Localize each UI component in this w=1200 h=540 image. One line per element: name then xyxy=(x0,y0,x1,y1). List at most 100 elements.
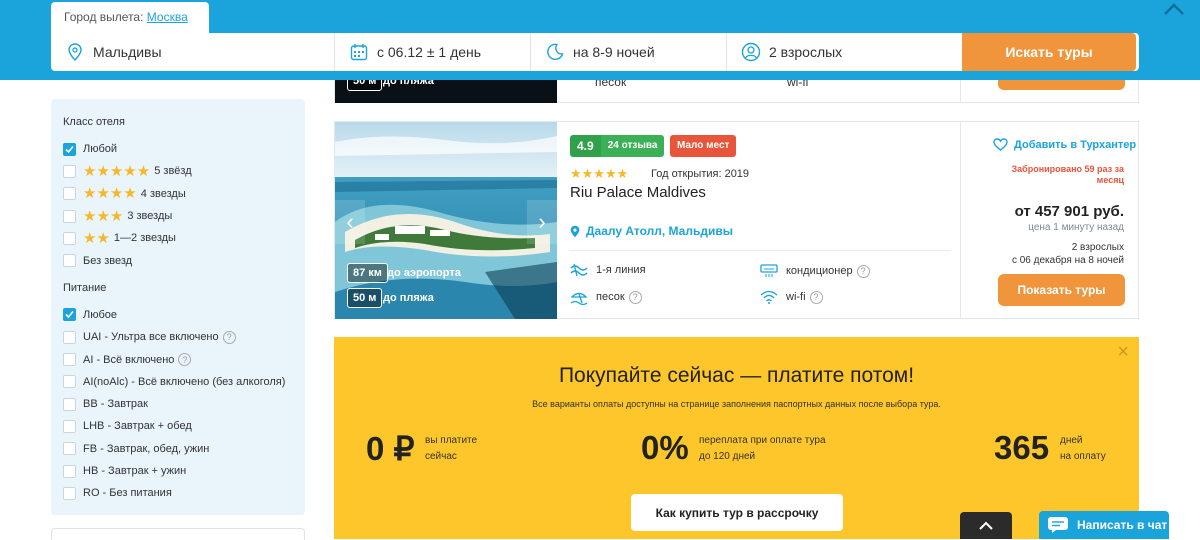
chat-button-label: Написать в чат xyxy=(1077,518,1168,532)
hotel-stars: ★★★★★ xyxy=(570,166,629,181)
checkbox[interactable] xyxy=(63,464,76,478)
rating-badge[interactable]: 4.9 24 отзыва xyxy=(570,135,665,157)
meal-list: Любое UAI - Ультра все включено? AI - Всё … xyxy=(63,304,293,505)
hotel-photo[interactable]: ‹ › 87 км до аэропорта 50 м до пляжа xyxy=(335,122,557,319)
nights-field[interactable]: на 8-9 ночей xyxy=(531,33,727,71)
meal-label: FB - Завтрак, обед, ужин xyxy=(83,442,210,455)
meal-title: Питание xyxy=(63,281,107,294)
beach-distance-label: до пляжа xyxy=(383,292,434,304)
tourists-field[interactable]: 2 взрослых xyxy=(727,33,963,71)
departure-city-link[interactable]: Москва xyxy=(147,10,188,24)
show-tours-button[interactable]: Показать туры xyxy=(998,274,1125,306)
feature-sand: песок ? xyxy=(570,289,642,306)
hotel-class-option[interactable]: Без звезд xyxy=(63,249,293,271)
hotel-class-option[interactable]: Любой xyxy=(63,138,293,160)
hotel-location-text: Даалу Атолл, Мальдивы xyxy=(586,224,733,238)
moon-icon xyxy=(545,42,565,62)
search-tours-button[interactable]: Искать туры xyxy=(962,33,1136,71)
air-conditioner-icon xyxy=(760,263,778,279)
meal-label: UAI - Ультра все включено xyxy=(83,331,219,344)
promo-stat-days-value: 365 xyxy=(994,429,1050,466)
hotel-class-label: Без звезд xyxy=(83,254,133,267)
price: от 457 901 руб. xyxy=(1014,203,1124,220)
meal-option[interactable]: HB - Завтрак + ужин xyxy=(63,460,293,482)
photo-next-arrow[interactable]: › xyxy=(527,200,557,244)
user-icon xyxy=(741,42,761,62)
hotel-location[interactable]: Даалу Атолл, Мальдивы xyxy=(570,224,733,238)
help-icon[interactable]: ? xyxy=(809,290,823,304)
close-icon[interactable]: × xyxy=(1117,341,1129,364)
help-icon[interactable]: ? xyxy=(222,330,236,344)
promo-stat-overpay-value: 0% xyxy=(641,429,689,466)
chevron-up-icon[interactable] xyxy=(1162,0,1186,18)
write-to-chat-button[interactable]: Написать в чат xyxy=(1039,511,1169,539)
help-icon[interactable]: ? xyxy=(178,353,192,367)
checkbox[interactable] xyxy=(63,164,76,178)
departure-city-tab: Город вылета: Москва xyxy=(51,2,209,34)
departure-label: Город вылета: xyxy=(64,10,144,24)
meal-label: HB - Завтрак + ужин xyxy=(83,465,187,477)
checkbox[interactable] xyxy=(63,486,76,500)
photo-prev-arrow[interactable]: ‹ xyxy=(335,200,365,244)
hotel-class-option[interactable]: ★★ 1—2 звезды xyxy=(63,227,293,249)
search-form: Мальдивы с 06.12 ± 1 день на 8-9 ночей 2… xyxy=(51,33,1139,71)
stars-icon: ★★ xyxy=(83,229,110,247)
search-bar: Город вылета: Москва Мальдивы с 06.12 ± … xyxy=(0,0,1200,80)
checkbox[interactable] xyxy=(63,375,76,389)
meal-option[interactable]: Любое xyxy=(63,304,293,326)
meal-option[interactable]: AI - Всё включено? xyxy=(63,348,293,370)
promo-stat-days-text: дней на оплату xyxy=(1060,435,1106,462)
waves-icon xyxy=(570,262,588,278)
divider xyxy=(960,122,961,319)
meal-option[interactable]: AI(noAlc) - Всё включено (без алкоголя) xyxy=(63,371,293,393)
promo-title: Покупайте сейчас — платите потом! xyxy=(558,364,915,387)
destination-value: Мальдивы xyxy=(93,44,162,60)
meal-option[interactable]: BB - Завтрак xyxy=(63,393,293,415)
promo-stat-pay-now-value: 0 ₽ xyxy=(366,430,415,467)
meal-label: Любое xyxy=(83,308,118,321)
checkbox[interactable] xyxy=(63,142,76,156)
airport-distance-label: до аэропорта xyxy=(387,267,461,279)
destination-field[interactable]: Мальдивы xyxy=(51,33,335,71)
checkbox[interactable] xyxy=(63,330,76,344)
hotel-class-option[interactable]: ★★★★★ 5 звёзд xyxy=(63,160,293,182)
promo-subtitle: Все варианты оплаты доступны на странице… xyxy=(532,399,941,409)
booked-count: Забронировано 59 раз за месяц xyxy=(1011,164,1124,185)
meal-option[interactable]: RO - Без питания xyxy=(63,482,293,504)
hotel-name[interactable]: Riu Palace Maldives xyxy=(570,184,706,201)
scroll-to-top-button[interactable] xyxy=(960,512,1012,539)
checkbox[interactable] xyxy=(63,187,76,201)
rating-score: 4.9 xyxy=(570,135,601,157)
add-to-tourhunter-link[interactable]: Добавить в Турхантер xyxy=(993,138,1136,151)
checkbox[interactable] xyxy=(63,419,76,433)
checkbox[interactable] xyxy=(63,308,76,322)
meal-option[interactable]: UAI - Ультра все включено? xyxy=(63,326,293,348)
hotel-class-option[interactable]: ★★★ 3 звезды xyxy=(63,205,293,227)
checkbox[interactable] xyxy=(63,353,76,367)
checkbox[interactable] xyxy=(63,231,76,245)
heart-icon xyxy=(993,138,1008,151)
checkbox[interactable] xyxy=(63,397,76,411)
few-places-badge: Мало мест xyxy=(670,135,737,157)
tour-dates: с 06 декабря на 8 ночей xyxy=(1011,255,1124,266)
feature-ac: кондиционер ? xyxy=(760,263,870,279)
installment-promo-banner: × Покупайте сейчас — платите потом! Все … xyxy=(334,337,1139,539)
hotel-class-title: Класс отеля xyxy=(63,116,125,128)
hotel-class-label: Любой xyxy=(83,143,118,156)
meal-option[interactable]: LHB - Завтрак + обед xyxy=(63,415,293,437)
meal-label: RO - Без питания xyxy=(83,487,172,500)
date-field[interactable]: с 06.12 ± 1 день xyxy=(335,33,531,71)
how-to-buy-installment-button[interactable]: Как купить тур в рассрочку xyxy=(631,494,843,531)
checkbox[interactable] xyxy=(63,254,76,268)
help-icon[interactable]: ? xyxy=(628,290,642,304)
help-icon[interactable]: ? xyxy=(856,264,870,278)
date-value: с 06.12 ± 1 день xyxy=(377,44,482,60)
meal-option[interactable]: FB - Завтрак, обед, ужин xyxy=(63,438,293,460)
sidebar-next-block xyxy=(51,528,305,540)
hotel-class-option[interactable]: ★★★★ 4 звезды xyxy=(63,183,293,205)
price-updated: цена 1 минуту назад xyxy=(1028,222,1124,233)
divider xyxy=(570,250,950,251)
meal-label: LHB - Завтрак + обед xyxy=(83,420,192,433)
checkbox[interactable] xyxy=(63,209,76,223)
checkbox[interactable] xyxy=(63,442,76,456)
